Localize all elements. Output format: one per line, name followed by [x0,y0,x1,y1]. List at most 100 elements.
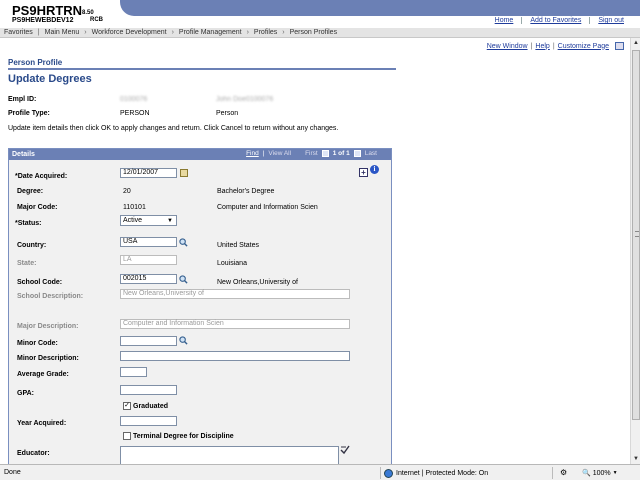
details-header: Details Find | View All First 1 of 1 Las… [9,149,391,160]
instructions-text: Update item details then click OK to app… [8,125,339,132]
school-lookup-icon[interactable] [179,275,188,284]
graduated-label: Graduated [133,403,169,410]
header-links: Home Add to Favorites Sign out [487,17,632,24]
zoom-level: 100% [592,469,611,477]
state-label: State: [17,260,37,267]
minor-code-label: Minor Code: [17,340,58,347]
page-options-icon[interactable] [615,42,624,50]
help-link[interactable]: Help [535,43,549,50]
zoom-control[interactable]: 🔍 100% ▼ [582,469,618,478]
info-icon[interactable]: i [370,165,379,174]
state-input: LA [120,255,177,265]
chevron-down-icon: ▼ [167,218,173,224]
customize-page-link[interactable]: Customize Page [558,43,609,50]
view-all-link[interactable]: View All [268,150,291,157]
menu-separator: | [37,29,40,36]
user-code: RCB [90,17,103,23]
status-separator [552,467,553,479]
major-code-description: Computer and Information Scien [217,204,318,211]
graduated-checkbox[interactable]: ✓ [123,402,131,410]
minor-lookup-icon[interactable] [179,336,188,345]
menu-person-profiles[interactable]: Person Profiles [290,29,337,36]
new-window-link[interactable]: New Window [487,43,528,50]
terminal-degree-checkbox[interactable] [123,432,131,440]
menu-chevron-icon: › [282,29,285,36]
status-done-text: Done [4,469,21,476]
spell-check-icon[interactable] [340,445,350,455]
minor-description-input[interactable] [120,351,350,361]
menu-workforce-development[interactable]: Workforce Development [92,29,167,36]
school-description-input: New Orleans,University of [120,289,350,299]
browser-window: PS9HRTRN 8.50 PS9HEWEBDEV12 RCB Home Add… [0,0,640,480]
degree-label: Degree: [17,188,44,195]
minor-description-label: Minor Description: [17,355,79,362]
major-description-input: Computer and Information Scien [120,319,350,329]
app-version: 8.50 [82,10,94,16]
empl-id-value: 0100076 [120,96,148,103]
add-row-icon[interactable]: + [359,168,368,177]
nav-separator: | [262,150,265,157]
country-label: Country: [17,242,47,249]
menu-main-menu[interactable]: Main Menu [45,29,80,36]
major-description-label: Major Description: [17,323,79,330]
country-description: United States [217,242,260,249]
page-links: New Window | Help | Customize Page [487,42,624,50]
menu-breadcrumb: Favorites | Main Menu › Workforce Developm… [0,28,640,38]
app-title: PS9HRTRN [12,3,83,18]
menu-chevron-icon: › [84,29,87,36]
last-arrow-icon[interactable] [353,150,361,157]
zoom-magnifier-icon: 🔍 [582,470,591,477]
last-link[interactable]: Last [365,150,377,157]
school-code-description: New Orleans,University of [217,279,298,286]
educator-label: Educator: [17,450,50,457]
school-code-input[interactable]: 002015 [120,274,177,284]
scroll-down-icon[interactable]: ▼ [631,454,640,464]
zone-text: Internet | Protected Mode: On [396,470,489,477]
scroll-up-icon[interactable]: ▲ [631,38,640,48]
status-bar: Done Internet | Protected Mode: On ⚙ 🔍 1… [0,464,640,480]
country-lookup-icon[interactable] [179,238,188,247]
menu-profile-management[interactable]: Profile Management [179,29,242,36]
gpa-input[interactable] [120,385,177,395]
sign-out-link[interactable]: Sign out [589,17,632,24]
degree-description: Bachelor's Degree [217,188,275,195]
average-grade-label: Average Grade: [17,371,69,378]
degree-code: 20 [123,188,131,195]
major-code-value: 110101 [123,204,146,211]
school-description-label: School Description: [17,293,84,300]
status-select[interactable]: Active ▼ [120,215,177,226]
state-description: Louisiana [217,260,247,267]
employee-name: John Doe0100076 [216,96,274,103]
vertical-scrollbar[interactable]: ▲ ▼ [630,38,640,464]
profile-type-value: PERSON [120,110,150,117]
row-counter: 1 of 1 [332,150,350,157]
menu-favorites[interactable]: Favorites [4,29,33,36]
average-grade-input[interactable] [120,367,147,377]
date-acquired-input[interactable]: 12/01/2007 [120,168,177,178]
component-title: Person Profile [8,58,63,67]
profile-type-label: Profile Type: [8,110,50,117]
globe-icon [384,469,393,478]
first-arrow-icon[interactable] [321,150,329,157]
app-banner: PS9HRTRN 8.50 PS9HEWEBDEV12 RCB Home Add… [0,0,640,28]
details-title: Details [12,151,35,158]
banner-band [120,0,640,16]
add-to-favorites-link[interactable]: Add to Favorites [521,17,589,24]
home-link[interactable]: Home [487,17,522,24]
school-code-label: School Code: [17,279,63,286]
page-title: Update Degrees [8,73,92,85]
status-selected-value: Active [123,217,143,224]
menu-profiles[interactable]: Profiles [254,29,277,36]
scroll-thumb[interactable] [632,50,640,420]
first-link[interactable]: First [305,150,318,157]
link-separator: | [530,42,533,50]
date-acquired-label: *Date Acquired: [15,173,68,180]
year-acquired-input[interactable] [120,416,177,426]
details-panel: Details Find | View All First 1 of 1 Las… [8,148,392,480]
country-input[interactable]: USA [120,237,177,247]
calendar-icon[interactable] [180,169,188,177]
tools-icon[interactable]: ⚙ [560,468,567,477]
minor-code-input[interactable] [120,336,177,346]
menu-chevron-icon: › [246,29,249,36]
find-link[interactable]: Find [246,150,259,157]
